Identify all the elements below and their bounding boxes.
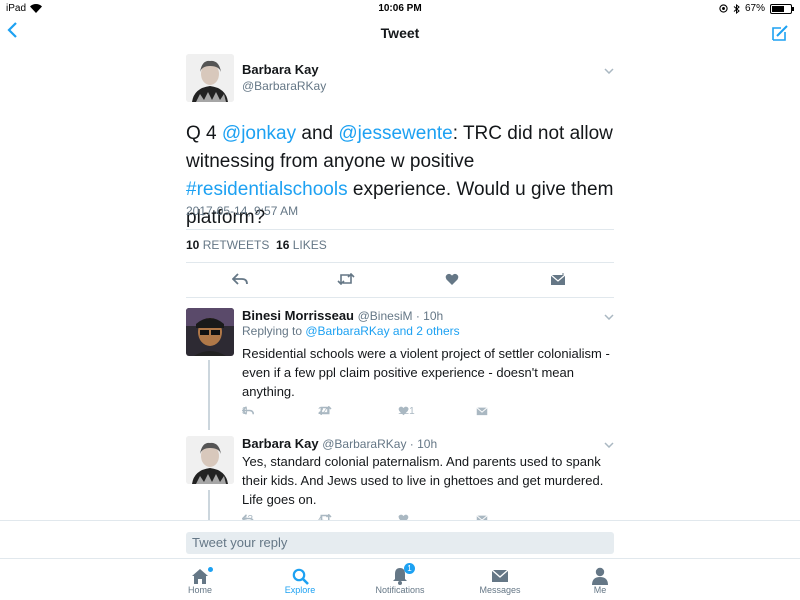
author-meta[interactable]: @BarbaraRKay · 10h <box>322 437 437 451</box>
tab-bar: Home Explore 1 Notifications Messages Me <box>0 558 800 600</box>
mail-icon <box>550 272 566 285</box>
likes-label: LIKES <box>292 238 327 252</box>
retweets-label: RETWEETS <box>202 238 270 252</box>
tweet-stats: 10 RETWEETS 16 LIKES <box>186 238 327 252</box>
like-count: 121 <box>398 406 415 417</box>
retweet-count: 24 <box>318 406 330 417</box>
tweet-timestamp: 2017-05-14, 9:57 AM <box>186 204 299 218</box>
tab-home[interactable]: Home <box>160 567 240 595</box>
retweets-count: 10 <box>186 238 200 252</box>
mention-link[interactable]: @jonkay <box>222 123 296 144</box>
replying-prefix: Replying to <box>242 324 306 338</box>
author-handle[interactable]: @BarbaraRKay <box>242 79 326 93</box>
tab-notifications[interactable]: 1 Notifications <box>360 563 440 595</box>
reply-text: Residential schools were a violent proje… <box>242 346 610 399</box>
reply-tweet: Binesi Morrisseau @BinesiM · 10h Replyin… <box>186 308 614 418</box>
home-icon <box>192 568 208 584</box>
divider <box>186 297 614 298</box>
author-name[interactable]: Barbara Kay <box>242 62 319 77</box>
reply-icon <box>232 273 248 285</box>
compose-button[interactable] <box>770 23 790 48</box>
divider <box>186 229 614 230</box>
tab-me[interactable]: Me <box>560 567 640 595</box>
retweet-icon <box>337 273 355 285</box>
tweet-text-part: Q 4 <box>186 123 222 144</box>
location-icon <box>719 4 728 13</box>
tab-explore[interactable]: Explore <box>260 567 340 595</box>
tab-messages[interactable]: Messages <box>460 567 540 595</box>
chevron-down-icon[interactable] <box>604 440 614 451</box>
status-time: 10:06 PM <box>378 3 422 14</box>
divider <box>186 262 614 263</box>
tweet-text-part: and <box>296 123 339 144</box>
reply-header: Binesi Morrisseau @BinesiM · 10h <box>242 308 443 323</box>
author-handle-text[interactable]: @BarbaraRKay <box>242 79 326 93</box>
tweet-actions <box>186 268 614 292</box>
hashtag-link[interactable]: #residentialschools <box>186 179 348 200</box>
replying-to: Replying to @BarbaraRKay and 2 others <box>242 324 460 338</box>
avatar[interactable] <box>186 54 234 102</box>
tab-label: Notifications <box>375 585 425 595</box>
bluetooth-icon <box>733 3 740 14</box>
avatar[interactable] <box>186 308 234 356</box>
author-name[interactable]: Binesi Morrisseau <box>242 308 354 323</box>
mail-icon <box>476 407 488 416</box>
retweets-stat[interactable]: 10 RETWEETS <box>186 238 269 252</box>
retweet-button[interactable] <box>336 270 356 288</box>
reply-button[interactable] <box>230 270 250 288</box>
reply-text: Yes, standard colonial paternalism. And … <box>242 454 604 507</box>
reply-bar: Tweet your reply <box>0 520 800 558</box>
nav-bar: Tweet <box>0 18 800 48</box>
compose-icon <box>772 25 788 41</box>
battery-icon <box>770 3 794 14</box>
chevron-down-icon[interactable] <box>604 312 614 323</box>
reply-actions: 3 24 121 <box>242 406 542 420</box>
search-icon <box>292 568 309 585</box>
replying-to-link[interactable]: @BarbaraRKay and 2 others <box>305 324 459 338</box>
mail-icon <box>491 569 509 582</box>
status-bar: iPad 10:06 PM 67% <box>0 0 800 18</box>
chevron-down-icon[interactable] <box>604 66 614 77</box>
tab-label: Messages <box>479 585 521 595</box>
tab-label: Explore <box>284 585 316 595</box>
direct-message-button[interactable] <box>476 406 488 416</box>
retweet-button[interactable]: 24 <box>318 406 332 417</box>
likes-stat[interactable]: 16 LIKES <box>276 238 327 252</box>
new-content-dot <box>208 567 213 572</box>
tab-label: Me <box>593 585 607 595</box>
author-name[interactable]: Barbara Kay <box>242 436 319 451</box>
like-button[interactable] <box>442 270 462 288</box>
main-tweet: Barbara Kay @BarbaraRKay Q 4 @jonkay and… <box>186 54 614 298</box>
reply-button[interactable]: 3 <box>242 406 254 417</box>
heart-icon <box>445 273 459 285</box>
person-icon <box>592 567 608 585</box>
reply-tweet: Barbara Kay @BarbaraRKay · 10h Yes, stan… <box>186 436 614 526</box>
tab-label: Home <box>187 585 212 595</box>
reply-count: 3 <box>242 406 248 417</box>
avatar[interactable] <box>186 436 234 484</box>
like-button[interactable]: 121 <box>398 406 415 417</box>
page-title: Tweet <box>380 25 420 41</box>
main-tweet-header: Barbara Kay @BarbaraRKay <box>186 54 614 104</box>
reply-input[interactable]: Tweet your reply <box>186 532 614 554</box>
reply-header: Barbara Kay @BarbaraRKay · 10h <box>242 436 437 451</box>
likes-count: 16 <box>276 238 290 252</box>
author-meta[interactable]: @BinesiM · 10h <box>358 309 444 323</box>
mention-link[interactable]: @jessewente <box>338 123 452 144</box>
notifications-badge: 1 <box>404 563 415 574</box>
battery-percent: 67% <box>744 3 765 14</box>
direct-message-button[interactable] <box>548 270 568 288</box>
